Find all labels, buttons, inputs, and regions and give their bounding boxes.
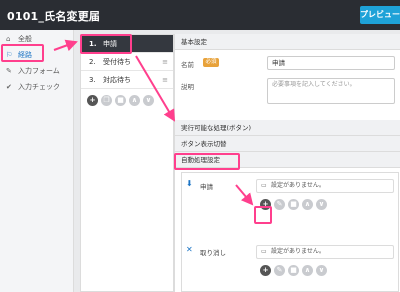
rule-label: 取り消し [200, 249, 226, 257]
pencil-icon: ✎ [6, 67, 12, 75]
name-label: 名前 [181, 61, 194, 69]
delete-step-button[interactable]: ■ [115, 95, 126, 106]
move-down-button[interactable]: ∨ [316, 199, 327, 210]
sidebar-item-label: 経路 [18, 51, 32, 59]
no-setting-row: ▭ 設定がありません。 [256, 179, 394, 193]
route-step[interactable]: 2. 受付待ち ≡ [81, 53, 173, 71]
submit-icon: ⬇ [186, 179, 193, 188]
sidebar-item-route[interactable]: ⚐ 経路 [0, 48, 74, 62]
rule-label: 申請 [200, 183, 213, 191]
delete-setting-button[interactable]: ■ [288, 265, 299, 276]
step-number: 2. [89, 58, 96, 66]
sidebar-item-input-form[interactable]: ✎ 入力フォーム [0, 64, 74, 78]
move-up-button[interactable]: ∧ [302, 265, 313, 276]
home-icon: ⌂ [6, 35, 11, 43]
delete-setting-button[interactable]: ■ [288, 199, 299, 210]
required-badge: 必須 [203, 58, 219, 67]
inbox-icon: ▭ [261, 248, 267, 255]
section-executable-actions[interactable]: 実行可能な処理(ボタン) [175, 120, 400, 136]
step-settings-panel: 基本設定 名前 必須 申請 説明 必要事項を記入してください。 実行可能な処理(… [174, 34, 400, 292]
no-setting-row: ▭ 設定がありません。 [256, 245, 394, 259]
top-header: 0101_氏名変更届 プレビュー [0, 0, 400, 30]
sidebar: ⌂ 全般 ⚐ 経路 ✎ 入力フォーム ✔ 入力チェック [0, 30, 74, 292]
route-step[interactable]: 1. 申請 [81, 35, 173, 53]
app-root: 0101_氏名変更届 プレビュー ⌂ 全般 ⚐ 経路 ✎ 入力フォーム ✔ 入力… [0, 0, 400, 292]
step-label: 申請 [103, 40, 117, 48]
sidebar-item-label: 入力チェック [18, 83, 60, 91]
step-number: 1. [89, 40, 97, 48]
section-auto-processing[interactable]: 自動処理設定 [175, 152, 400, 168]
cancel-x-icon: ✕ [186, 245, 193, 254]
preview-button[interactable]: プレビュー [360, 6, 400, 24]
sidebar-item-general[interactable]: ⌂ 全般 [0, 32, 74, 46]
section-basic-settings: 基本設定 [175, 34, 400, 50]
drag-handle-icon[interactable]: ≡ [162, 53, 168, 71]
description-textarea[interactable]: 必要事項を記入してください。 [267, 78, 395, 104]
auto-processing-body: ⬇ 申請 ▭ 設定がありません。 + ✎ ■ ∧ ∨ ✕ 取り消し ▭ 設定があ… [181, 172, 399, 292]
edit-setting-button[interactable]: ✎ [274, 199, 285, 210]
drag-handle-icon[interactable]: ≡ [162, 71, 168, 89]
no-setting-text: 設定がありません。 [271, 248, 325, 255]
add-step-button[interactable]: + [87, 95, 98, 106]
move-down-button[interactable]: ∨ [316, 265, 327, 276]
route-step[interactable]: 3. 対応待ち ≡ [81, 71, 173, 89]
name-input[interactable]: 申請 [267, 56, 395, 70]
move-down-button[interactable]: ∨ [143, 95, 154, 106]
step-number: 3. [89, 76, 96, 84]
inbox-icon: ▭ [261, 182, 267, 189]
sidebar-item-label: 全般 [18, 35, 32, 43]
step-label: 受付待ち [103, 58, 131, 66]
route-step-list: 1. 申請 2. 受付待ち ≡ 3. 対応待ち ≡ + ❐ ■ ∧ ∨ [80, 34, 174, 292]
move-up-button[interactable]: ∧ [302, 199, 313, 210]
page-title: 0101_氏名変更届 [7, 10, 101, 23]
edit-setting-button[interactable]: ✎ [274, 265, 285, 276]
add-setting-button[interactable]: + [260, 265, 271, 276]
route-icon: ⚐ [6, 51, 13, 59]
check-icon: ✔ [6, 83, 12, 91]
sidebar-item-input-check[interactable]: ✔ 入力チェック [0, 80, 74, 94]
no-setting-text: 設定がありません。 [271, 182, 325, 189]
section-button-display-toggle[interactable]: ボタン表示切替 [175, 136, 400, 152]
sidebar-item-label: 入力フォーム [18, 67, 60, 75]
description-label: 説明 [181, 83, 194, 91]
add-setting-button[interactable]: + [260, 199, 271, 210]
step-label: 対応待ち [103, 76, 131, 84]
copy-step-button[interactable]: ❐ [101, 95, 112, 106]
move-up-button[interactable]: ∧ [129, 95, 140, 106]
